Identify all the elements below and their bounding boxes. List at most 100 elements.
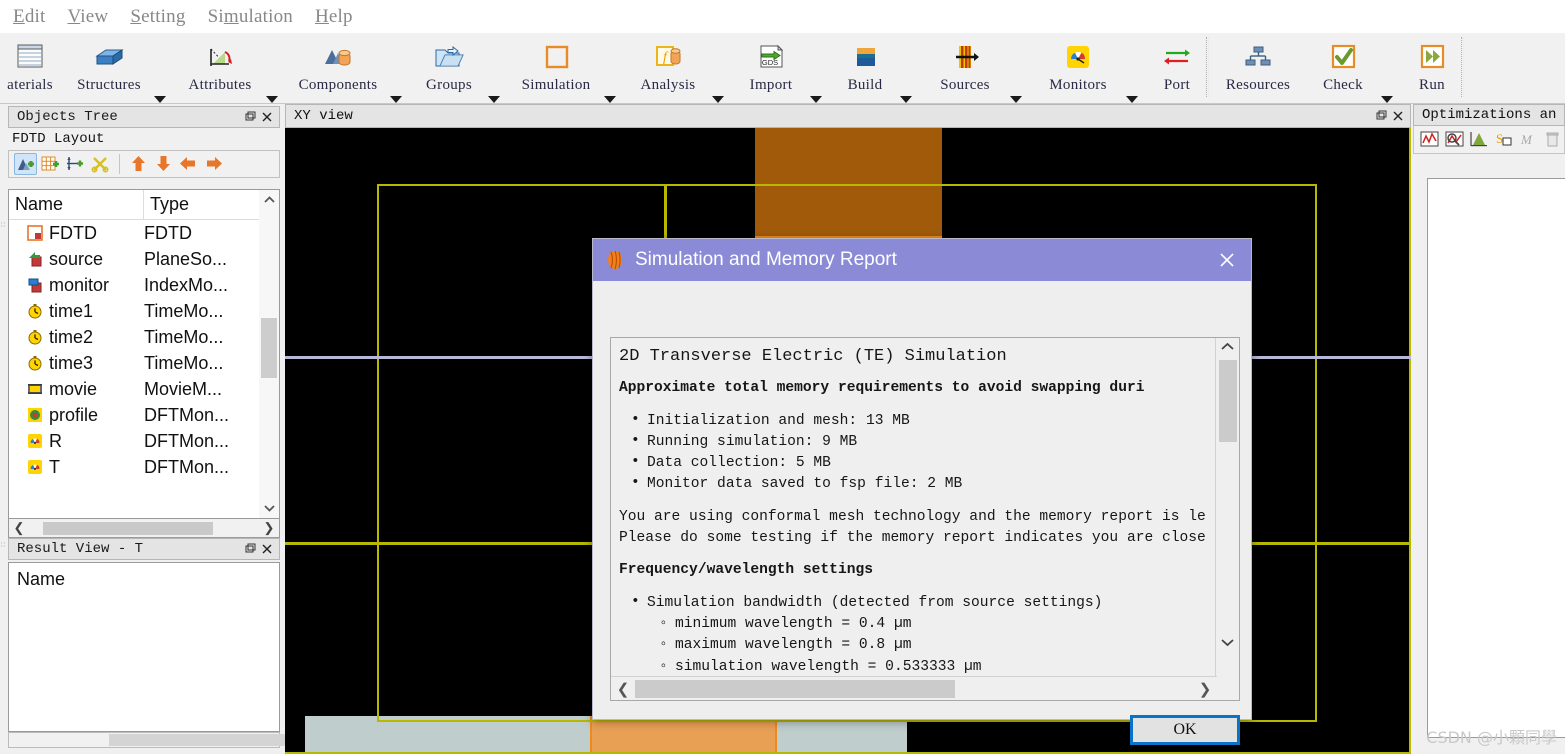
report-horizontal-scrollbar[interactable]: ❮ ❯ [611,676,1217,700]
scroll-track[interactable] [259,210,279,498]
plot-image-icon[interactable] [1444,129,1466,151]
ribbon-caret-simulation[interactable] [604,66,620,103]
ribbon-caret-structures[interactable] [154,66,170,103]
menu-item-edit[interactable]: Edit [2,4,56,30]
cut-icon[interactable] [89,153,112,175]
tree-column-name: Name [9,190,144,219]
dock-grip-result[interactable]: ∷ [1,542,7,549]
movie-monitor-icon [27,381,44,398]
ribbon-button-materials[interactable]: aterials [0,33,66,103]
chevron-down-icon[interactable] [1216,635,1240,652]
ribbon-caret-components[interactable] [390,66,406,103]
objects-tree-list[interactable]: Name Type FDTD FDTD source PlaneSo... mo… [8,189,280,519]
result-view-list[interactable]: Name [8,562,280,732]
ribbon-button-simulation[interactable]: Simulation [510,33,602,103]
script-icon[interactable]: S [1493,129,1515,151]
chevron-right-icon[interactable]: ❯ [259,520,279,536]
table-row[interactable]: time3 TimeMo... [9,350,279,376]
float-icon[interactable] [241,541,258,558]
table-row[interactable]: profile DFTMon... [9,402,279,428]
ribbon-caret-check[interactable] [1381,66,1397,103]
chevron-up-icon[interactable] [1216,340,1240,357]
tree-row-type: FDTD [144,222,192,243]
simulation-region-icon [534,39,578,75]
table-row[interactable]: monitor IndexMo... [9,272,279,298]
ribbon-button-structures[interactable]: Structures [66,33,152,103]
ribbon-button-check[interactable]: Check [1307,33,1379,103]
table-row[interactable]: R DFTMon... [9,428,279,454]
chevron-down-icon[interactable] [259,498,279,518]
move-left-icon[interactable] [177,153,200,175]
optimizations-body[interactable] [1427,178,1565,738]
ribbon-button-import[interactable]: GDS Import [734,33,808,103]
ribbon-caret-attributes[interactable] [266,66,282,103]
table-row[interactable]: T DFTMon... [9,454,279,480]
chevron-left-icon[interactable]: ❮ [9,520,29,536]
table-row[interactable]: time1 TimeMo... [9,298,279,324]
ribbon-caret-analysis[interactable] [712,66,728,103]
chevron-right-icon[interactable]: ❯ [1193,680,1217,698]
objects-tree-toolbar [8,150,280,178]
ribbon-button-run[interactable]: Run [1403,33,1461,103]
ribbon-caret-sources[interactable] [1010,66,1026,103]
menu-item-view[interactable]: View [56,4,119,30]
delete-icon[interactable] [1542,129,1564,151]
close-icon[interactable] [258,541,275,558]
ribbon-button-components[interactable]: Components [288,33,388,103]
ribbon-label-monitors: Monitors [1049,77,1107,93]
scroll-thumb[interactable] [43,521,213,535]
table-row[interactable]: FDTD FDTD [9,220,279,246]
build-icon [843,39,887,75]
ribbon-button-groups[interactable]: Groups [412,33,486,103]
scroll-thumb[interactable] [109,734,305,746]
add-object-icon[interactable] [14,153,37,175]
plot-multi-icon[interactable]: M [1518,129,1540,151]
ribbon-button-analysis[interactable]: f Analysis [626,33,710,103]
dialog-body: 2D Transverse Electric (TE) Simulation A… [593,281,1253,745]
plot-line-icon[interactable] [1419,129,1441,151]
menu-item-help[interactable]: Help [304,4,364,30]
table-row[interactable]: time2 TimeMo... [9,324,279,350]
scroll-thumb[interactable] [1219,360,1237,442]
dock-grip-left[interactable]: ∷ [1,222,7,229]
add-mesh-icon[interactable] [39,153,62,175]
tree-row-name: time3 [49,352,94,373]
add-dimension-icon[interactable] [64,153,87,175]
plot-area-icon[interactable] [1468,129,1490,151]
move-down-icon[interactable] [152,153,175,175]
tree-horizontal-scrollbar[interactable]: ❮ ❯ [8,519,280,538]
ribbon-caret-groups[interactable] [488,66,504,103]
menu-item-simulation[interactable]: Simulation [197,4,304,30]
menu-item-setting[interactable]: Setting [119,4,196,30]
ribbon-button-monitors[interactable]: Monitors [1032,33,1124,103]
ribbon-caret-import[interactable] [810,66,826,103]
float-icon[interactable] [1372,108,1389,125]
close-icon[interactable] [1213,246,1241,274]
scroll-thumb[interactable] [635,680,955,698]
chevron-left-icon[interactable]: ❮ [611,680,635,698]
ok-button[interactable]: OK [1130,715,1240,745]
ribbon-button-attributes[interactable]: Attributes [176,33,264,103]
table-row[interactable]: movie MovieM... [9,376,279,402]
result-view-horizontal-scrollbar[interactable] [8,732,305,748]
move-up-icon[interactable] [127,153,150,175]
scroll-thumb[interactable] [261,318,277,378]
report-text-area[interactable]: 2D Transverse Electric (TE) Simulation A… [610,337,1240,701]
ribbon-caret-monitors[interactable] [1126,66,1142,103]
float-icon[interactable] [241,109,258,126]
chevron-up-icon[interactable] [259,190,279,210]
table-row[interactable]: source PlaneSo... [9,246,279,272]
close-icon[interactable] [258,109,275,126]
structures-icon [87,39,131,75]
ribbon-button-build[interactable]: Build [832,33,898,103]
tree-vertical-scrollbar[interactable] [259,190,279,518]
dialog-titlebar[interactable]: Simulation and Memory Report [593,239,1251,281]
move-right-icon[interactable] [202,153,225,175]
ribbon-caret-build[interactable] [900,66,916,103]
ribbon-button-sources[interactable]: Sources [922,33,1008,103]
scroll-track[interactable] [29,521,259,535]
report-vertical-scrollbar[interactable] [1215,338,1239,678]
close-icon[interactable] [1389,108,1406,125]
ribbon-button-port[interactable]: Port [1148,33,1206,103]
ribbon-button-resources[interactable]: Resources [1209,33,1307,103]
